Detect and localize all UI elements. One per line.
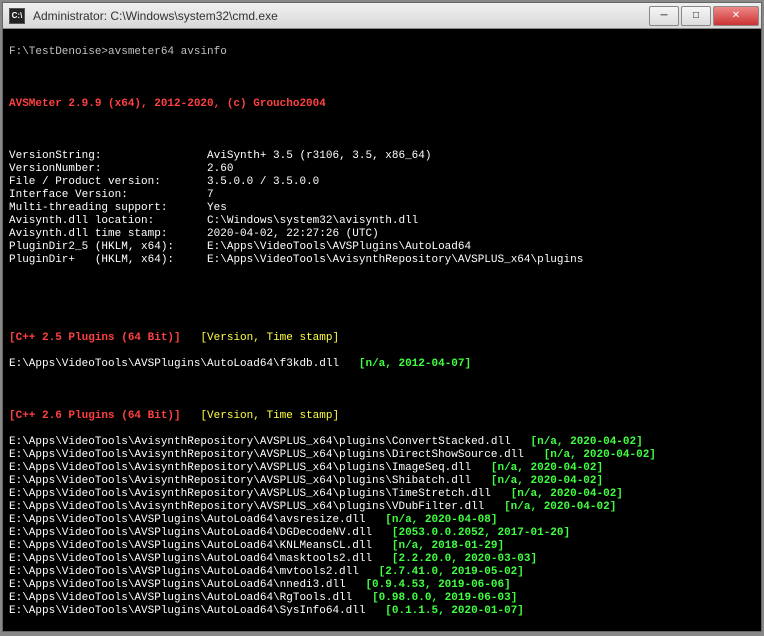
plugin-ver: [n/a, 2018-01-29]: [372, 540, 504, 552]
plugin-ver: [0.1.1.5, 2020-01-07]: [365, 605, 523, 617]
plugin-path: E:\Apps\VideoTools\AVSPlugins\AutoLoad64…: [9, 605, 365, 617]
minimize-button[interactable]: ─: [649, 6, 679, 26]
plugin-ver: [n/a, 2020-04-02]: [491, 488, 623, 500]
info-value: 2.60: [207, 163, 233, 175]
plugin-ver: [2053.0.0.2052, 2017-01-20]: [372, 527, 570, 539]
plugin-path: E:\Apps\VideoTools\AVSPlugins\AutoLoad64…: [9, 527, 372, 539]
close-button[interactable]: ✕: [713, 6, 759, 26]
info-label: Interface Version:: [9, 189, 207, 201]
info-label: File / Product version:: [9, 176, 207, 188]
info-label: VersionNumber:: [9, 163, 207, 175]
plugin-ver: [n/a, 2020-04-08]: [365, 514, 497, 526]
info-label: Avisynth.dll location:: [9, 215, 207, 227]
plugin-path: E:\Apps\VideoTools\AvisynthRepository\AV…: [9, 462, 471, 474]
cmd-window: C:\ Administrator: C:\Windows\system32\c…: [2, 2, 762, 632]
command: avsmeter64 avsinfo: [108, 46, 227, 58]
info-label: PluginDir2_5 (HKLM, x64):: [9, 241, 207, 253]
plugin-path: E:\Apps\VideoTools\AVSPlugins\AutoLoad64…: [9, 358, 339, 370]
section-cpp25: [C++ 2.5 Plugins (64 Bit)]: [9, 332, 181, 344]
plugin-path: E:\Apps\VideoTools\AvisynthRepository\AV…: [9, 501, 484, 513]
section-cpp26: [C++ 2.6 Plugins (64 Bit)]: [9, 410, 181, 422]
plugin-ver: [2.2.20.0, 2020-03-03]: [372, 553, 537, 565]
section-sub: [Version, Time stamp]: [200, 332, 339, 344]
plugin-path: E:\Apps\VideoTools\AVSPlugins\AutoLoad64…: [9, 592, 352, 604]
plugin-ver: [n/a, 2020-04-02]: [471, 462, 603, 474]
plugin-path: E:\Apps\VideoTools\AVSPlugins\AutoLoad64…: [9, 579, 346, 591]
plugin-path: E:\Apps\VideoTools\AvisynthRepository\AV…: [9, 449, 524, 461]
plugin-path: E:\Apps\VideoTools\AVSPlugins\AutoLoad64…: [9, 514, 365, 526]
plugin-ver: [n/a, 2012-04-07]: [359, 358, 471, 370]
maximize-button[interactable]: □: [681, 6, 711, 26]
plugin-path: E:\Apps\VideoTools\AvisynthRepository\AV…: [9, 475, 471, 487]
plugin-ver: [n/a, 2020-04-02]: [524, 449, 656, 461]
info-value: 2020-04-02, 22:27:26 (UTC): [207, 228, 379, 240]
info-label: Avisynth.dll time stamp:: [9, 228, 207, 240]
plugin-ver: [n/a, 2020-04-02]: [511, 436, 643, 448]
info-value: 7: [207, 189, 214, 201]
plugin-path: E:\Apps\VideoTools\AVSPlugins\AutoLoad64…: [9, 553, 372, 565]
plugin-path: E:\Apps\VideoTools\AvisynthRepository\AV…: [9, 436, 511, 448]
plugin-ver: [n/a, 2020-04-02]: [471, 475, 603, 487]
section-sub: [Version, Time stamp]: [200, 410, 339, 422]
titlebar[interactable]: C:\ Administrator: C:\Windows\system32\c…: [3, 3, 761, 29]
plugin-path: E:\Apps\VideoTools\AVSPlugins\AutoLoad64…: [9, 540, 372, 552]
window-buttons: ─ □ ✕: [647, 6, 759, 26]
info-value: Yes: [207, 202, 227, 214]
plugin-path: E:\Apps\VideoTools\AvisynthRepository\AV…: [9, 488, 491, 500]
prompt: F:\TestDenoise>: [9, 46, 108, 58]
info-value: E:\Apps\VideoTools\AvisynthRepository\AV…: [207, 254, 583, 266]
plugin-ver: [2.7.41.0, 2019-05-02]: [359, 566, 524, 578]
info-value: AviSynth+ 3.5 (r3106, 3.5, x86_64): [207, 150, 431, 162]
info-label: PluginDir+ (HKLM, x64):: [9, 254, 207, 266]
app-icon: C:\: [9, 8, 25, 24]
info-value: E:\Apps\VideoTools\AVSPlugins\AutoLoad64: [207, 241, 471, 253]
info-value: C:\Windows\system32\avisynth.dll: [207, 215, 418, 227]
plugin-ver: [0.98.0.0, 2019-06-03]: [352, 592, 517, 604]
info-label: VersionString:: [9, 150, 207, 162]
info-value: 3.5.0.0 / 3.5.0.0: [207, 176, 319, 188]
banner: AVSMeter 2.9.9 (x64), 2012-2020, (c) Gro…: [9, 98, 326, 110]
info-label: Multi-threading support:: [9, 202, 207, 214]
plugin-path: E:\Apps\VideoTools\AVSPlugins\AutoLoad64…: [9, 566, 359, 578]
window-title: Administrator: C:\Windows\system32\cmd.e…: [31, 9, 647, 23]
terminal-output[interactable]: F:\TestDenoise>avsmeter64 avsinfo AVSMet…: [3, 29, 761, 631]
plugin-ver: [0.9.4.53, 2019-06-06]: [346, 579, 511, 591]
plugin-ver: [n/a, 2020-04-02]: [484, 501, 616, 513]
